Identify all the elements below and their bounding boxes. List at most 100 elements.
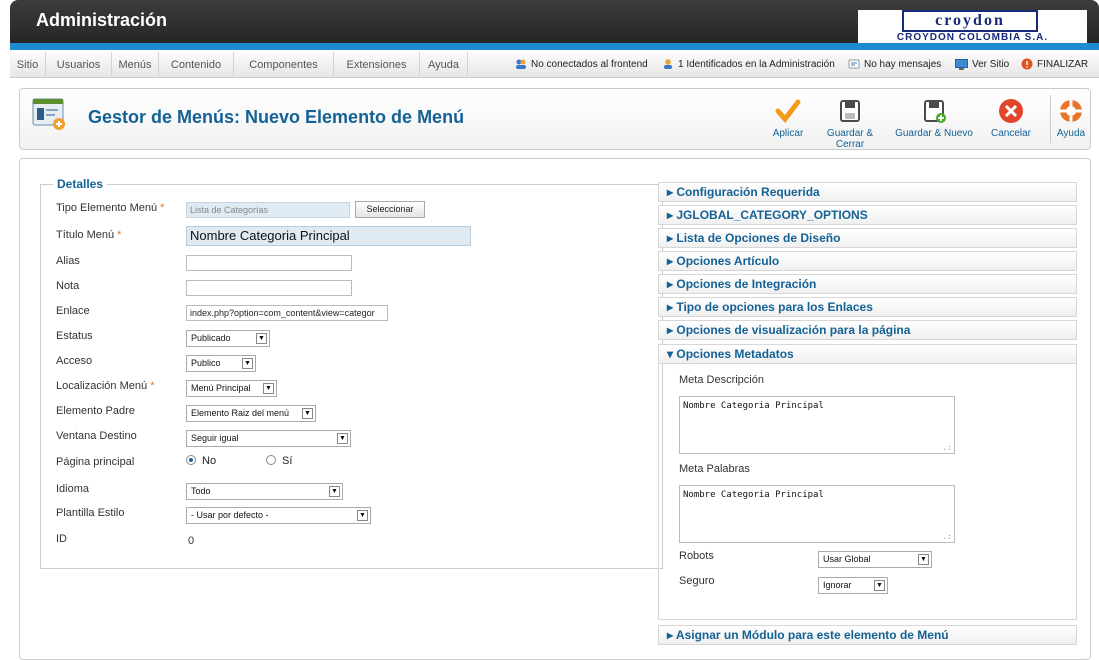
messages-status[interactable]: No hay mensajes: [848, 52, 941, 78]
save-close-button[interactable]: Guardar & Cerrar: [815, 97, 885, 150]
menu-item-componentes[interactable]: Componentes: [234, 52, 334, 78]
menu-item-contenido[interactable]: Contenido: [159, 52, 234, 78]
lifebuoy-icon: [1060, 100, 1082, 122]
panel-required-config-title: Configuración Requerida: [676, 185, 820, 199]
meta-keywords-field[interactable]: Nombre Categoria Principal.:: [679, 485, 955, 543]
croydon-logo: croydon CROYDON COLOMBIA S.A.: [858, 10, 1087, 46]
menu-item-extensiones[interactable]: Extensiones: [334, 52, 420, 78]
frontend-status: No conectados al frontend: [515, 52, 648, 78]
panel-category-options[interactable]: ▸ JGLOBAL_CATEGORY_OPTIONS: [658, 205, 1077, 225]
panel-metadata-options[interactable]: ▾ Opciones Metadatos: [658, 344, 1077, 364]
title-field[interactable]: Nombre Categoria Principal: [186, 226, 471, 246]
language-select[interactable]: Todo ▼: [186, 483, 343, 500]
panel-layout-options[interactable]: ▸ Lista de Opciones de Diseño: [658, 228, 1077, 248]
panel-article-options[interactable]: ▸ Opciones Artículo: [658, 251, 1077, 271]
meta-description-field[interactable]: Nombre Categoria Principal.:: [679, 396, 955, 454]
apply-button[interactable]: Aplicar: [763, 97, 813, 139]
meta-description-value: Nombre Categoria Principal: [683, 401, 824, 411]
home-radio-no[interactable]: No: [186, 455, 216, 467]
chevron-down-icon: ▼: [263, 383, 274, 394]
secure-label: Seguro: [679, 575, 715, 587]
home-radio-yes-label: Sí: [282, 455, 293, 467]
panel-link-options[interactable]: ▸ Tipo de opciones para los Enlaces: [658, 297, 1077, 317]
menu-location-select-value: Menú Principal: [191, 383, 251, 393]
view-site-text: Ver Sitio: [972, 59, 1010, 70]
cancel-label: Cancelar: [990, 128, 1032, 139]
chevron-down-icon: ▼: [874, 580, 885, 591]
chevron-down-icon: ▼: [918, 554, 929, 565]
panel-link-options-title: Tipo de opciones para los Enlaces: [676, 300, 873, 314]
save-close-label: Guardar & Cerrar: [826, 128, 874, 150]
link-label: Enlace: [56, 305, 90, 317]
link-field[interactable]: index.php?option=com_content&view=catego…: [186, 305, 388, 321]
resize-grip-icon[interactable]: .:: [942, 443, 952, 452]
status-select-value: Publicado: [191, 333, 231, 343]
main-form-area: Detalles Tipo Elemento Menú * Lista de C…: [19, 158, 1091, 660]
template-select-value: - Usar por defecto -: [191, 510, 269, 520]
menu-item-sitio[interactable]: Sitio: [10, 52, 46, 78]
alias-field[interactable]: [186, 255, 352, 271]
menu-item-usuarios[interactable]: Usuarios: [46, 52, 112, 78]
save-new-label: Guardar & Nuevo: [895, 128, 973, 139]
panel-article-options-title: Opciones Artículo: [676, 254, 780, 268]
frontend-status-text: No conectados al frontend: [531, 59, 648, 70]
logo-word: croydon: [902, 10, 1038, 32]
title-label-text: Título Menú: [56, 229, 115, 241]
resize-grip-icon[interactable]: .:: [942, 532, 952, 541]
home-radio-yes[interactable]: Sí: [266, 455, 292, 467]
admin-status: 1 Identificados en la Administración: [662, 52, 835, 78]
header-accent-bar: [10, 43, 1099, 50]
cancel-icon: [999, 99, 1023, 123]
note-field[interactable]: [186, 280, 352, 296]
chevron-down-icon: ▼: [302, 408, 313, 419]
access-select-value: Publico: [191, 358, 221, 368]
robots-select[interactable]: Usar Global ▼: [818, 551, 932, 568]
users-icon: [516, 59, 526, 70]
save-new-icon: [924, 100, 946, 123]
save-new-button[interactable]: Guardar & Nuevo: [894, 97, 974, 139]
menu-item-menus[interactable]: Menús: [112, 52, 159, 78]
robots-label: Robots: [679, 550, 714, 562]
target-select[interactable]: Seguir igual ▼: [186, 430, 351, 447]
type-label-text: Tipo Elemento Menú: [56, 202, 158, 214]
logout-link[interactable]: FINALIZAR: [1021, 52, 1088, 78]
radio-empty-icon: [266, 455, 276, 465]
help-button[interactable]: Ayuda: [1052, 97, 1090, 139]
panel-required-config[interactable]: ▸ Configuración Requerida: [658, 182, 1077, 202]
panel-page-display-options[interactable]: ▸ Opciones de visualización para la pági…: [658, 320, 1077, 340]
chevron-down-icon: ▼: [329, 486, 340, 497]
logo-subtitle: CROYDON COLOMBIA S.A.: [896, 32, 1049, 43]
parent-select[interactable]: Elemento Raiz del menú ▼: [186, 405, 316, 422]
select-type-button[interactable]: Seleccionar: [355, 201, 425, 218]
secure-select[interactable]: Ignorar ▼: [818, 577, 888, 594]
meta-description-label: Meta Descripción: [679, 374, 764, 386]
meta-keywords-value: Nombre Categoria Principal: [683, 490, 824, 500]
chevron-down-icon: ▼: [357, 510, 368, 521]
message-icon: [848, 59, 860, 69]
menu-location-label-text: Localización Menú: [56, 380, 148, 392]
messages-status-text: No hay mensajes: [864, 59, 942, 70]
menu-item-ayuda[interactable]: Ayuda: [420, 52, 468, 78]
required-marker: *: [160, 202, 165, 214]
note-label: Nota: [56, 280, 80, 292]
language-select-value: Todo: [191, 486, 211, 496]
view-site-link[interactable]: Ver Sitio: [955, 52, 1009, 78]
template-label: Plantilla Estilo: [56, 507, 125, 519]
panel-page-display-options-title: Opciones de visualización para la página: [676, 323, 911, 337]
alias-label: Alias: [56, 255, 80, 267]
access-select[interactable]: Publico ▼: [186, 355, 256, 372]
monitor-icon: [955, 58, 968, 70]
apply-label: Aplicar: [772, 128, 804, 139]
status-select[interactable]: Publicado ▼: [186, 330, 270, 347]
top-menu-bar: Sitio Usuarios Menús Contenido Component…: [10, 52, 1099, 78]
panel-assign-module[interactable]: ▸ Asignar un Módulo para este elemento d…: [658, 625, 1077, 645]
meta-keywords-label: Meta Palabras: [679, 463, 750, 475]
template-select[interactable]: - Usar por defecto - ▼: [186, 507, 371, 524]
panel-integration-options[interactable]: ▸ Opciones de Integración: [658, 274, 1077, 294]
type-field[interactable]: Lista de Categorías: [186, 202, 350, 218]
menu-manager-icon: [32, 98, 65, 130]
cancel-button[interactable]: Cancelar: [986, 97, 1036, 139]
logout-text: FINALIZAR: [1037, 59, 1089, 70]
menu-location-select[interactable]: Menú Principal ▼: [186, 380, 277, 397]
panel-category-options-title: JGLOBAL_CATEGORY_OPTIONS: [676, 208, 868, 222]
